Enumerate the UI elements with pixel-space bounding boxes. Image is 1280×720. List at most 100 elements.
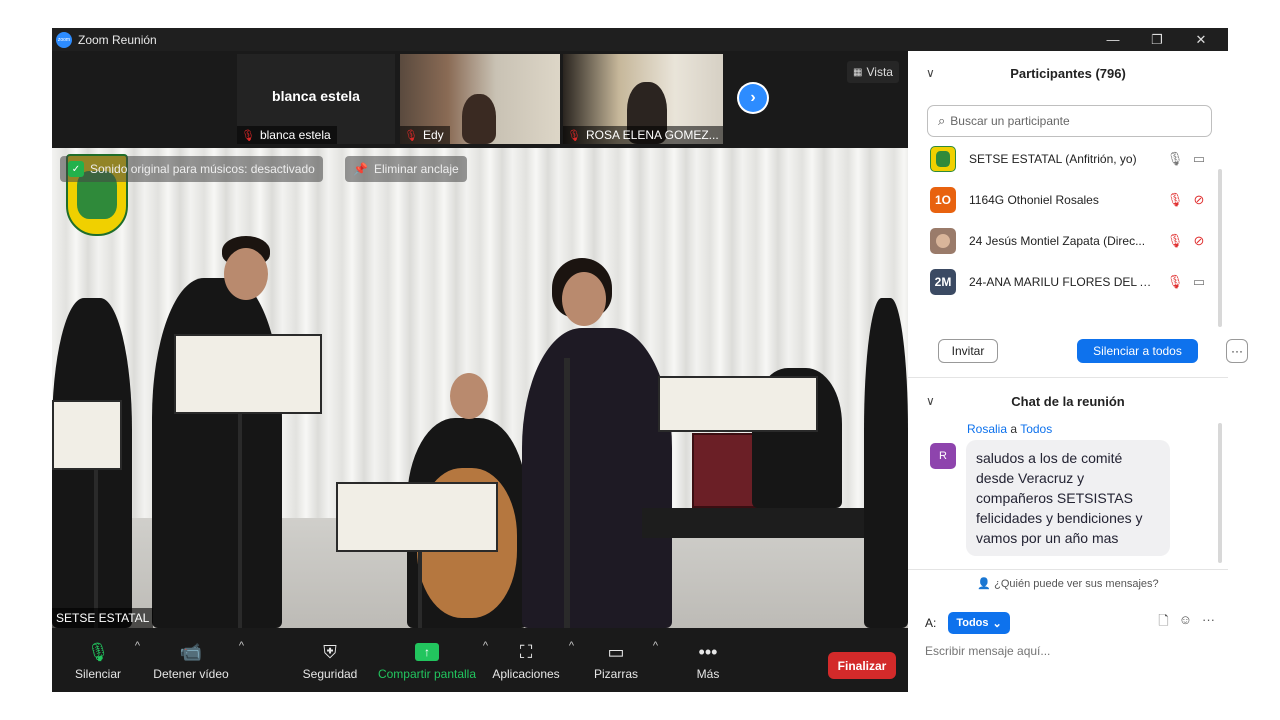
- participant-tile[interactable]: 🎙 Edy: [400, 54, 560, 144]
- panel-divider: [908, 569, 1228, 570]
- chevron-down-icon[interactable]: ∨: [926, 394, 935, 408]
- shield-icon: ⛨: [323, 641, 337, 662]
- participant-video-silhouette: [462, 94, 496, 144]
- music-stand-pole: [94, 448, 98, 628]
- stop-video-button[interactable]: 📹 Detener vídeo ^: [152, 628, 244, 692]
- musician-figure: [152, 278, 282, 628]
- avatar: [930, 228, 956, 254]
- participants-title: Participantes (796): [1010, 65, 1126, 81]
- participant-row[interactable]: 24 Jesús Montiel Zapata (Direc... 🎙 ⊘: [930, 221, 1208, 261]
- participant-row[interactable]: 1O 1164G Othoniel Rosales 🎙 ⊘: [930, 180, 1208, 220]
- file-icon[interactable]: 🗋: [1158, 612, 1168, 634]
- caret-up-icon[interactable]: ^: [135, 640, 140, 652]
- original-sound-text: Sonido original para músicos: desactivad…: [90, 162, 315, 176]
- mic-off-icon[interactable]: 🎙: [1166, 192, 1184, 208]
- participant-search[interactable]: ⌕ Buscar un participante: [927, 105, 1212, 137]
- music-stand: [52, 400, 122, 470]
- chevron-down-icon: ⌄: [992, 617, 1002, 630]
- tile-display-name: blanca estela: [272, 88, 360, 104]
- chat-recipient-row: A: Todos ⌄ 🗋 ☺ ···: [925, 611, 1215, 635]
- participant-tile[interactable]: 🎙 ROSA ELENA GOMEZ...: [563, 54, 723, 144]
- chat-scrollbar[interactable]: [1218, 423, 1222, 563]
- next-page-button[interactable]: ›: [737, 82, 769, 114]
- participants-scrollbar[interactable]: [1218, 169, 1222, 327]
- security-label: Seguridad: [302, 667, 358, 681]
- mic-off-icon: 🎙: [567, 129, 581, 142]
- grid-icon: ▦: [853, 66, 863, 78]
- caret-up-icon[interactable]: ^: [483, 640, 488, 652]
- microphone-icon[interactable]: 🎙: [1166, 151, 1184, 167]
- video-off-icon[interactable]: ⊘: [1190, 233, 1208, 249]
- participant-tile[interactable]: blanca estela 🎙 blanca estela: [237, 54, 395, 144]
- pin-icon: 📌: [353, 162, 368, 176]
- video-off-icon[interactable]: ⊘: [1190, 192, 1208, 208]
- chevron-down-icon[interactable]: ∨: [926, 66, 935, 80]
- chevron-right-icon: ›: [739, 84, 767, 112]
- to-label: A:: [925, 616, 937, 630]
- more-dots-icon[interactable]: ···: [1202, 612, 1215, 634]
- chat-header: ∨ Chat de la reunión: [908, 381, 1228, 421]
- chat-message-input[interactable]: [925, 641, 1215, 661]
- share-screen-icon: ↑: [415, 643, 439, 661]
- end-meeting-button[interactable]: Finalizar: [828, 652, 896, 679]
- avatar: 1O: [930, 187, 956, 213]
- emoji-icon[interactable]: ☺: [1179, 612, 1192, 634]
- caret-up-icon[interactable]: ^: [569, 640, 574, 652]
- search-icon: ⌕: [938, 113, 946, 128]
- original-sound-notice[interactable]: ✓ Sonido original para músicos: desactiv…: [60, 156, 323, 182]
- more-button[interactable]: ••• Más: [688, 628, 728, 692]
- panel-divider: [908, 377, 1228, 378]
- whiteboards-button[interactable]: ▭ Pizarras ^: [592, 628, 658, 692]
- participants-header: ∨ Participantes (796): [908, 53, 1228, 93]
- who-can-see-link[interactable]: 👤 ¿Quién puede ver sus mensajes?: [908, 577, 1228, 590]
- mic-off-icon: 🎙: [241, 129, 255, 142]
- title-bar: zoom Zoom Reunión — ❐ ✕: [52, 28, 1228, 51]
- participants-more-button[interactable]: ···: [1226, 339, 1248, 363]
- chat-sender[interactable]: Rosalia: [967, 422, 1007, 436]
- unpin-button[interactable]: 📌 Eliminar anclaje: [345, 156, 467, 182]
- music-stand: [336, 482, 498, 552]
- video-camera-icon[interactable]: ▭: [1190, 274, 1208, 290]
- chat-title: Chat de la reunión: [1011, 393, 1125, 409]
- participant-name: SETSE ESTATAL (Anfitrión, yo): [969, 152, 1137, 166]
- caret-up-icon[interactable]: ^: [239, 640, 244, 652]
- share-screen-label: Compartir pantalla: [377, 667, 477, 681]
- shield-check-icon: ✓: [68, 161, 84, 177]
- chat-sender-line: Rosalia a Todos: [967, 422, 1052, 436]
- video-camera-icon: 📹: [179, 641, 203, 662]
- side-panel: ∨ Participantes (796) ⌕ Buscar un partic…: [908, 51, 1248, 692]
- participant-name: 24-ANA MARILU FLORES DEL A...: [969, 275, 1158, 289]
- mute-all-button[interactable]: Silenciar a todos: [1077, 339, 1198, 363]
- caret-up-icon[interactable]: ^: [653, 640, 658, 652]
- minimize-button[interactable]: —: [1090, 28, 1136, 51]
- meeting-toolbar: 🎙 Silenciar ^ 📹 Detener vídeo ^ ⛨ Seguri…: [52, 628, 908, 692]
- avatar: [930, 146, 956, 172]
- mute-button[interactable]: 🎙 Silenciar ^: [74, 628, 140, 692]
- security-button[interactable]: ⛨ Seguridad: [302, 628, 358, 692]
- restore-button[interactable]: ❐: [1134, 28, 1180, 51]
- zoom-logo-icon: zoom: [56, 31, 72, 48]
- musician-head: [224, 248, 268, 300]
- participant-name: 24 Jesús Montiel Zapata (Direc...: [969, 234, 1146, 248]
- share-screen-button[interactable]: ↑ Compartir pantalla ^: [376, 628, 488, 692]
- video-strip: blanca estela 🎙 blanca estela 🎙 Edy 🎙 RO…: [52, 51, 908, 148]
- view-button[interactable]: ▦ Vista: [847, 61, 899, 83]
- who-can-see-text: ¿Quién puede ver sus mensajes?: [994, 578, 1159, 590]
- recipient-select[interactable]: Todos ⌄: [948, 612, 1010, 634]
- mute-label: Silenciar: [74, 667, 122, 681]
- zoom-window: zoom Zoom Reunión — ❐ ✕ blanca estela 🎙 …: [52, 28, 1248, 692]
- window-title: Zoom Reunión: [78, 32, 157, 47]
- main-video[interactable]: ✓ Sonido original para músicos: desactiv…: [52, 148, 908, 628]
- mic-off-icon[interactable]: 🎙: [1166, 274, 1184, 290]
- mic-off-icon[interactable]: 🎙: [1166, 233, 1184, 249]
- invite-button[interactable]: Invitar: [938, 339, 998, 363]
- microphone-icon: 🎙: [86, 641, 110, 662]
- participant-row[interactable]: SETSE ESTATAL (Anfitrión, yo) 🎙 ▭: [930, 139, 1208, 179]
- recipient-select-value: Todos: [956, 617, 989, 629]
- video-camera-icon[interactable]: ▭: [1190, 151, 1208, 167]
- chat-recipient[interactable]: Todos: [1020, 422, 1052, 436]
- person-lock-icon: 👤: [977, 578, 992, 590]
- participant-row[interactable]: 2M 24-ANA MARILU FLORES DEL A... 🎙 ▭: [930, 262, 1208, 302]
- apps-button[interactable]: ⛶ Aplicaciones ^: [492, 628, 574, 692]
- close-button[interactable]: ✕: [1178, 28, 1224, 51]
